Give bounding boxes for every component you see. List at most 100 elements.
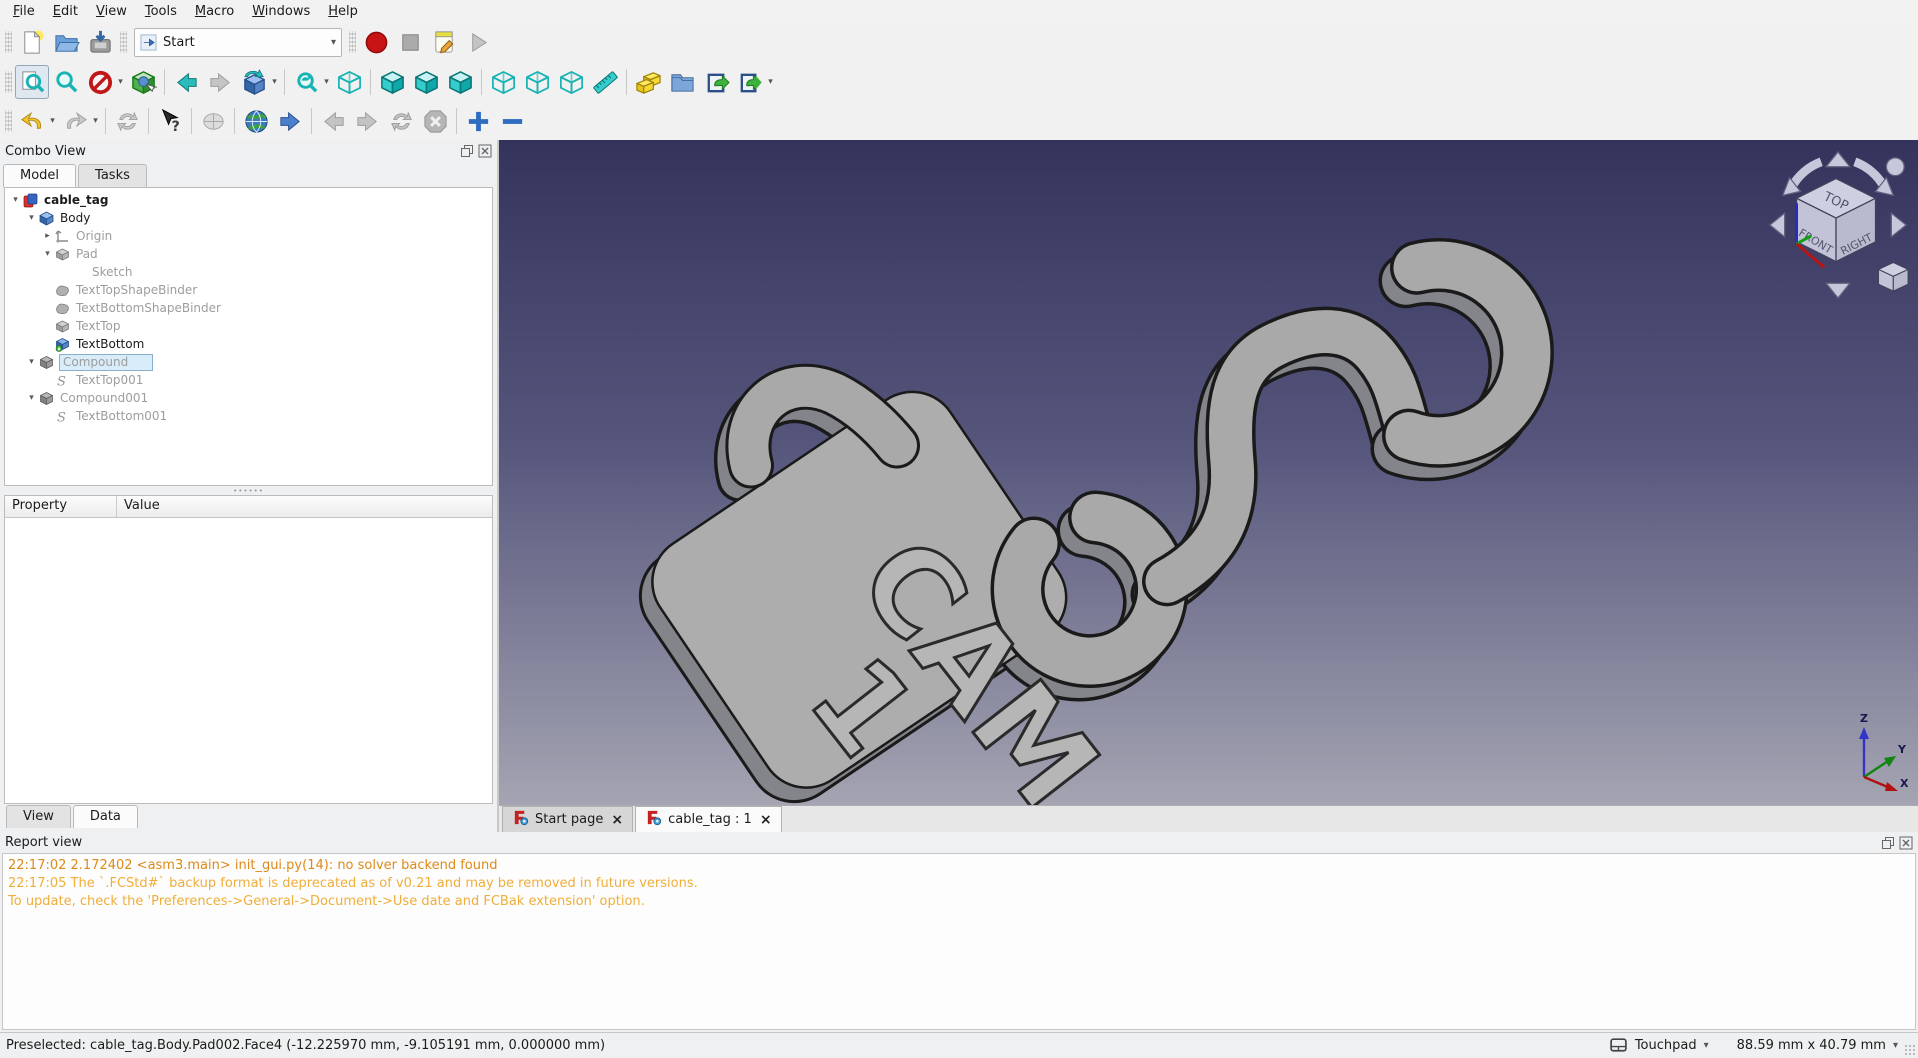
- navcube-arrow-up[interactable]: [1826, 152, 1850, 167]
- export-selection-button[interactable]: [699, 65, 733, 99]
- toolbar-handle[interactable]: [5, 71, 12, 93]
- open-browser-button[interactable]: [273, 104, 307, 138]
- fit-all-button[interactable]: [15, 65, 49, 99]
- home-view-button[interactable]: [237, 65, 271, 99]
- tree-item-texttop[interactable]: TextTop: [5, 317, 492, 335]
- save-document-button[interactable]: [83, 25, 117, 59]
- tree-item-textbottom001[interactable]: STextBottom001: [5, 407, 492, 425]
- navcube-arrow-left[interactable]: [1770, 213, 1785, 237]
- box-zoom-button[interactable]: [126, 65, 160, 99]
- viewport-dimensions[interactable]: 88.59 mm x 40.79 mm: [1737, 1038, 1886, 1053]
- panel-splitter[interactable]: ••••••: [0, 486, 497, 495]
- tree-item-textbottom[interactable]: TextBottom: [5, 335, 492, 353]
- property-column-header[interactable]: Property: [5, 496, 117, 517]
- nav-style-selector[interactable]: Touchpad: [1635, 1038, 1697, 1053]
- tree-expander[interactable]: ▾: [9, 195, 22, 205]
- document-tab-start-page[interactable]: Start page×: [502, 806, 633, 832]
- tree-item-compound[interactable]: ▾ Compound: [5, 353, 492, 371]
- chevron-down-icon[interactable]: ▾: [331, 37, 336, 48]
- tree-item-texttop001[interactable]: STextTop001: [5, 371, 492, 389]
- navcube-arrow-right[interactable]: [1891, 213, 1906, 237]
- open-document-button[interactable]: [49, 25, 83, 59]
- close-report-button[interactable]: [1898, 835, 1913, 850]
- menu-help[interactable]: Help: [319, 3, 367, 20]
- right-view-button[interactable]: [443, 65, 477, 99]
- close-panel-button[interactable]: [477, 144, 492, 159]
- tree-expander[interactable]: ▾: [41, 249, 54, 259]
- tree-item-compound001[interactable]: ▾Compound001: [5, 389, 492, 407]
- toolbar-handle[interactable]: [5, 31, 12, 53]
- left-view-button[interactable]: [554, 65, 588, 99]
- value-column-header[interactable]: Value: [117, 496, 167, 517]
- tree-item-origin[interactable]: ▸Origin: [5, 227, 492, 245]
- view-back-button[interactable]: [169, 65, 203, 99]
- navcube-mini-cube[interactable]: [1878, 263, 1908, 292]
- zoom-out-button[interactable]: [495, 104, 529, 138]
- tree-item-texttopshapebinder[interactable]: TextTopShapeBinder: [5, 281, 492, 299]
- front-view-button[interactable]: [375, 65, 409, 99]
- dropdown-caret[interactable]: ▾: [765, 77, 776, 87]
- tab-view[interactable]: View: [6, 805, 71, 828]
- tree-rename-input[interactable]: Compound: [59, 354, 153, 371]
- measure-distance-button[interactable]: [588, 65, 622, 99]
- navigation-cube[interactable]: TOP FRONT RIGHT: [1762, 146, 1914, 304]
- tree-item-pad[interactable]: ▾Pad: [5, 245, 492, 263]
- tree-item-cable_tag[interactable]: ▾cable_tag: [5, 191, 492, 209]
- menu-file[interactable]: File: [4, 3, 44, 20]
- tab-tasks[interactable]: Tasks: [78, 164, 147, 187]
- dropdown-caret[interactable]: ▾: [115, 77, 126, 87]
- zoom-in-button[interactable]: [461, 104, 495, 138]
- new-document-button[interactable]: [15, 25, 49, 59]
- navcube-arrow-down[interactable]: [1826, 283, 1850, 298]
- open-website-button[interactable]: [239, 104, 273, 138]
- create-group-button[interactable]: [665, 65, 699, 99]
- toolbar-handle[interactable]: [5, 110, 12, 132]
- navcube-sphere[interactable]: [1886, 158, 1904, 176]
- tab-data[interactable]: Data: [73, 805, 138, 828]
- rear-view-button[interactable]: [486, 65, 520, 99]
- toolbar-handle[interactable]: [120, 31, 127, 53]
- chevron-down-icon[interactable]: ▾: [1893, 1040, 1898, 1051]
- top-view-button[interactable]: [409, 65, 443, 99]
- dropdown-caret[interactable]: ▾: [321, 77, 332, 87]
- export-all-button[interactable]: [733, 65, 767, 99]
- tree-expander[interactable]: ▾: [25, 393, 38, 403]
- 3d-viewport[interactable]: CAM 1: [499, 140, 1918, 805]
- clipping-plane-button[interactable]: [83, 65, 117, 99]
- menu-macro[interactable]: Macro: [186, 3, 243, 20]
- tree-expander[interactable]: ▾: [25, 357, 38, 367]
- macro-record-button[interactable]: [359, 25, 393, 59]
- dropdown-caret[interactable]: ▾: [47, 116, 58, 126]
- tree-expander[interactable]: ▾: [25, 213, 38, 223]
- float-panel-button[interactable]: [459, 144, 474, 159]
- sync-view-button[interactable]: [289, 65, 323, 99]
- bottom-view-button[interactable]: [520, 65, 554, 99]
- menu-tools[interactable]: Tools: [136, 3, 186, 20]
- macro-edit-button[interactable]: [427, 25, 461, 59]
- resize-grip[interactable]: [1904, 1044, 1916, 1056]
- close-tab-icon[interactable]: ×: [760, 812, 772, 828]
- undo-button[interactable]: [15, 104, 49, 138]
- fit-selection-button[interactable]: [49, 65, 83, 99]
- macro-selector[interactable]: Start▾: [134, 28, 342, 57]
- report-log[interactable]: 22:17:02 2.172402 <asm3.main> init_gui.p…: [2, 853, 1916, 1030]
- tree-item-textbottomshapebinder[interactable]: TextBottomShapeBinder: [5, 299, 492, 317]
- create-part-button[interactable]: [631, 65, 665, 99]
- menu-windows[interactable]: Windows: [243, 3, 319, 20]
- navcube-cube[interactable]: [1797, 179, 1876, 262]
- tree-expander[interactable]: ▸: [41, 231, 54, 241]
- tree-item-body[interactable]: ▾Body: [5, 209, 492, 227]
- menu-view[interactable]: View: [87, 3, 136, 20]
- toolbar-handle[interactable]: [349, 31, 356, 53]
- tab-model[interactable]: Model: [3, 164, 76, 187]
- close-tab-icon[interactable]: ×: [611, 812, 623, 828]
- menu-edit[interactable]: Edit: [44, 3, 87, 20]
- float-report-button[interactable]: [1880, 835, 1895, 850]
- tree-item-sketch[interactable]: Sketch: [5, 263, 492, 281]
- whats-this-button[interactable]: ?: [153, 104, 187, 138]
- axonometric-view-button[interactable]: [332, 65, 366, 99]
- dropdown-caret[interactable]: ▾: [269, 77, 280, 87]
- document-tab-cable-tag-1[interactable]: cable_tag : 1×: [635, 806, 781, 832]
- chevron-down-icon[interactable]: ▾: [1704, 1040, 1709, 1051]
- macro-stop-button[interactable]: [393, 25, 427, 59]
